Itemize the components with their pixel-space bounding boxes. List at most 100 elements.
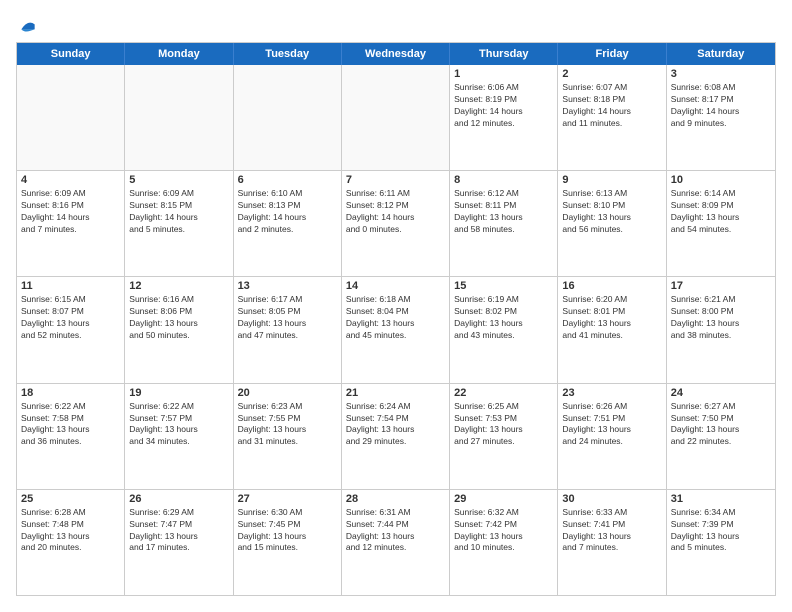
calendar-header-day: Sunday: [17, 43, 125, 65]
calendar-day-cell: 3 Sunrise: 6:08 AM Sunset: 8:17 PM Daylig…: [667, 65, 775, 170]
day-number: 4: [21, 174, 120, 186]
day-number: 25: [21, 493, 120, 505]
day-number: 10: [671, 174, 771, 186]
day-number: 7: [346, 174, 445, 186]
logo-text: [16, 16, 38, 36]
calendar-day-cell: 21 Sunrise: 6:24 AM Sunset: 7:54 PM Dayli…: [342, 384, 450, 489]
calendar-week-row: 18 Sunrise: 6:22 AM Sunset: 7:58 PM Dayli…: [17, 384, 775, 490]
calendar-week-row: 11Sunrise: 6:15 AM Sunset: 8:07 PM Dayli…: [17, 277, 775, 383]
day-info: Sunrise: 6:28 AM Sunset: 7:48 PM Dayligh…: [21, 507, 120, 555]
day-info: Sunrise: 6:14 AM Sunset: 8:09 PM Dayligh…: [671, 188, 771, 236]
day-number: 12: [129, 280, 228, 292]
calendar-week-row: 4 Sunrise: 6:09 AM Sunset: 8:16 PM Daylig…: [17, 171, 775, 277]
day-info: Sunrise: 6:08 AM Sunset: 8:17 PM Dayligh…: [671, 82, 771, 130]
day-number: 30: [562, 493, 661, 505]
day-number: 17: [671, 280, 771, 292]
calendar-header-day: Tuesday: [234, 43, 342, 65]
calendar-day-cell: 13 Sunrise: 6:17 AM Sunset: 8:05 PM Dayli…: [234, 277, 342, 382]
day-number: 21: [346, 387, 445, 399]
day-number: 28: [346, 493, 445, 505]
calendar-day-cell: 20 Sunrise: 6:23 AM Sunset: 7:55 PM Dayli…: [234, 384, 342, 489]
calendar-header-day: Saturday: [667, 43, 775, 65]
calendar-day-cell: 29Sunrise: 6:32 AM Sunset: 7:42 PM Dayli…: [450, 490, 558, 595]
calendar-header-day: Thursday: [450, 43, 558, 65]
day-info: Sunrise: 6:17 AM Sunset: 8:05 PM Dayligh…: [238, 294, 337, 342]
day-info: Sunrise: 6:21 AM Sunset: 8:00 PM Dayligh…: [671, 294, 771, 342]
calendar-day-cell: 22Sunrise: 6:25 AM Sunset: 7:53 PM Dayli…: [450, 384, 558, 489]
calendar-day-cell: 2 Sunrise: 6:07 AM Sunset: 8:18 PM Daylig…: [558, 65, 666, 170]
day-info: Sunrise: 6:27 AM Sunset: 7:50 PM Dayligh…: [671, 401, 771, 449]
calendar-body: 1 Sunrise: 6:06 AM Sunset: 8:19 PM Daylig…: [17, 65, 775, 595]
calendar-day-cell: 17 Sunrise: 6:21 AM Sunset: 8:00 PM Dayli…: [667, 277, 775, 382]
day-number: 14: [346, 280, 445, 292]
calendar-day-cell: 15 Sunrise: 6:19 AM Sunset: 8:02 PM Dayli…: [450, 277, 558, 382]
calendar-day-cell: 10 Sunrise: 6:14 AM Sunset: 8:09 PM Dayli…: [667, 171, 775, 276]
calendar-day-cell: [17, 65, 125, 170]
day-info: Sunrise: 6:24 AM Sunset: 7:54 PM Dayligh…: [346, 401, 445, 449]
calendar-header-day: Monday: [125, 43, 233, 65]
calendar-header: SundayMondayTuesdayWednesdayThursdayFrid…: [17, 43, 775, 65]
calendar-day-cell: 4 Sunrise: 6:09 AM Sunset: 8:16 PM Daylig…: [17, 171, 125, 276]
calendar-day-cell: 16 Sunrise: 6:20 AM Sunset: 8:01 PM Dayli…: [558, 277, 666, 382]
calendar-day-cell: 14 Sunrise: 6:18 AM Sunset: 8:04 PM Dayli…: [342, 277, 450, 382]
page: SundayMondayTuesdayWednesdayThursdayFrid…: [0, 0, 792, 612]
day-info: Sunrise: 6:26 AM Sunset: 7:51 PM Dayligh…: [562, 401, 661, 449]
day-number: 9: [562, 174, 661, 186]
day-number: 16: [562, 280, 661, 292]
day-number: 18: [21, 387, 120, 399]
calendar-week-row: 25 Sunrise: 6:28 AM Sunset: 7:48 PM Dayli…: [17, 490, 775, 595]
day-info: Sunrise: 6:19 AM Sunset: 8:02 PM Dayligh…: [454, 294, 553, 342]
calendar-header-day: Wednesday: [342, 43, 450, 65]
calendar-day-cell: 30 Sunrise: 6:33 AM Sunset: 7:41 PM Dayli…: [558, 490, 666, 595]
header: [16, 16, 776, 32]
day-info: Sunrise: 6:33 AM Sunset: 7:41 PM Dayligh…: [562, 507, 661, 555]
day-info: Sunrise: 6:30 AM Sunset: 7:45 PM Dayligh…: [238, 507, 337, 555]
calendar-day-cell: [342, 65, 450, 170]
day-number: 13: [238, 280, 337, 292]
day-info: Sunrise: 6:23 AM Sunset: 7:55 PM Dayligh…: [238, 401, 337, 449]
day-number: 2: [562, 68, 661, 80]
calendar-day-cell: 19 Sunrise: 6:22 AM Sunset: 7:57 PM Dayli…: [125, 384, 233, 489]
day-info: Sunrise: 6:10 AM Sunset: 8:13 PM Dayligh…: [238, 188, 337, 236]
logo: [16, 16, 38, 32]
day-info: Sunrise: 6:06 AM Sunset: 8:19 PM Dayligh…: [454, 82, 553, 130]
day-number: 23: [562, 387, 661, 399]
calendar-day-cell: 9 Sunrise: 6:13 AM Sunset: 8:10 PM Daylig…: [558, 171, 666, 276]
calendar-day-cell: [125, 65, 233, 170]
calendar-day-cell: 27 Sunrise: 6:30 AM Sunset: 7:45 PM Dayli…: [234, 490, 342, 595]
day-info: Sunrise: 6:22 AM Sunset: 7:58 PM Dayligh…: [21, 401, 120, 449]
calendar-week-row: 1 Sunrise: 6:06 AM Sunset: 8:19 PM Daylig…: [17, 65, 775, 171]
calendar-day-cell: 7 Sunrise: 6:11 AM Sunset: 8:12 PM Daylig…: [342, 171, 450, 276]
calendar-day-cell: 31Sunrise: 6:34 AM Sunset: 7:39 PM Dayli…: [667, 490, 775, 595]
day-info: Sunrise: 6:15 AM Sunset: 8:07 PM Dayligh…: [21, 294, 120, 342]
calendar-day-cell: 12Sunrise: 6:16 AM Sunset: 8:06 PM Dayli…: [125, 277, 233, 382]
day-number: 1: [454, 68, 553, 80]
calendar-day-cell: 18 Sunrise: 6:22 AM Sunset: 7:58 PM Dayli…: [17, 384, 125, 489]
calendar-day-cell: 28 Sunrise: 6:31 AM Sunset: 7:44 PM Dayli…: [342, 490, 450, 595]
day-info: Sunrise: 6:13 AM Sunset: 8:10 PM Dayligh…: [562, 188, 661, 236]
day-number: 15: [454, 280, 553, 292]
calendar-day-cell: [234, 65, 342, 170]
day-info: Sunrise: 6:22 AM Sunset: 7:57 PM Dayligh…: [129, 401, 228, 449]
day-info: Sunrise: 6:09 AM Sunset: 8:16 PM Dayligh…: [21, 188, 120, 236]
day-number: 8: [454, 174, 553, 186]
day-info: Sunrise: 6:11 AM Sunset: 8:12 PM Dayligh…: [346, 188, 445, 236]
calendar-header-day: Friday: [558, 43, 666, 65]
day-info: Sunrise: 6:31 AM Sunset: 7:44 PM Dayligh…: [346, 507, 445, 555]
calendar-day-cell: 1 Sunrise: 6:06 AM Sunset: 8:19 PM Daylig…: [450, 65, 558, 170]
day-number: 19: [129, 387, 228, 399]
day-number: 20: [238, 387, 337, 399]
day-info: Sunrise: 6:12 AM Sunset: 8:11 PM Dayligh…: [454, 188, 553, 236]
day-info: Sunrise: 6:18 AM Sunset: 8:04 PM Dayligh…: [346, 294, 445, 342]
calendar-day-cell: 11Sunrise: 6:15 AM Sunset: 8:07 PM Dayli…: [17, 277, 125, 382]
day-number: 29: [454, 493, 553, 505]
day-info: Sunrise: 6:07 AM Sunset: 8:18 PM Dayligh…: [562, 82, 661, 130]
day-info: Sunrise: 6:20 AM Sunset: 8:01 PM Dayligh…: [562, 294, 661, 342]
calendar-day-cell: 23 Sunrise: 6:26 AM Sunset: 7:51 PM Dayli…: [558, 384, 666, 489]
calendar-day-cell: 24 Sunrise: 6:27 AM Sunset: 7:50 PM Dayli…: [667, 384, 775, 489]
day-number: 3: [671, 68, 771, 80]
day-number: 31: [671, 493, 771, 505]
calendar: SundayMondayTuesdayWednesdayThursdayFrid…: [16, 42, 776, 596]
day-number: 27: [238, 493, 337, 505]
day-number: 24: [671, 387, 771, 399]
